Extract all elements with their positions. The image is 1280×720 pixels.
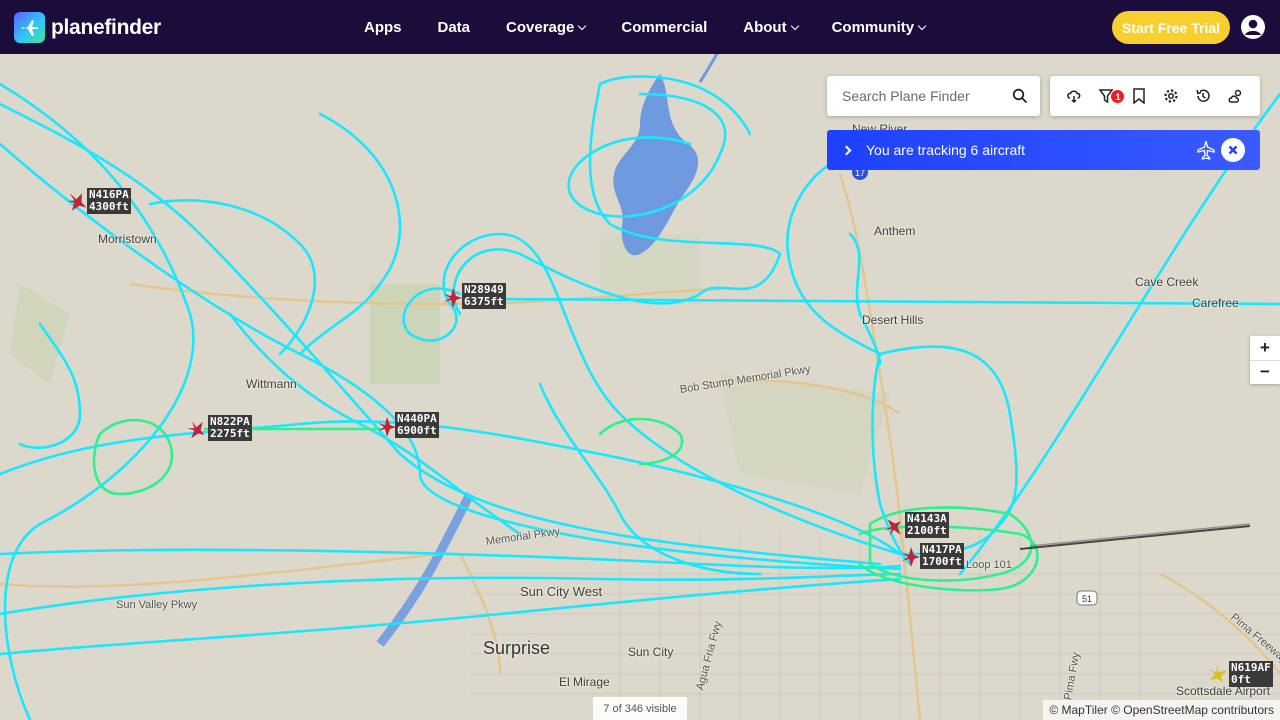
- place-label: Desert Hills: [862, 313, 924, 327]
- place-label: Morristown: [98, 232, 157, 246]
- top-navigation: planefinder Apps Data Coverage Commercia…: [0, 0, 1280, 54]
- zoom-out-button[interactable]: −: [1250, 361, 1280, 385]
- road-label: Sun Valley Pkwy: [116, 599, 198, 611]
- search-input[interactable]: [842, 88, 1012, 104]
- nav-about[interactable]: About: [743, 19, 799, 36]
- route-shield-51: 51: [1082, 594, 1092, 604]
- plane-outline-icon: [1197, 140, 1215, 160]
- aircraft-label[interactable]: N822PA 2275ft: [208, 415, 252, 441]
- chevron-down-icon: [578, 21, 587, 30]
- close-tracking-button[interactable]: [1221, 138, 1245, 162]
- nav-coverage[interactable]: Coverage: [506, 19, 587, 36]
- map-toolbar: 1: [1050, 76, 1260, 116]
- filter-icon[interactable]: 1: [1096, 86, 1125, 106]
- search-box: [827, 76, 1040, 116]
- map-attribution[interactable]: © MapTiler © OpenStreetMap contributors: [1043, 700, 1280, 720]
- tracking-banner[interactable]: You are tracking 6 aircraft: [827, 130, 1260, 170]
- aircraft-label[interactable]: N417PA 1700ft: [920, 543, 964, 569]
- place-label: Carefree: [1192, 296, 1239, 310]
- aircraft-label[interactable]: N28949 6375ft: [462, 283, 506, 309]
- nav-community[interactable]: Community: [832, 19, 927, 36]
- place-label: Surprise: [483, 638, 551, 658]
- weather-icon[interactable]: [1064, 86, 1084, 106]
- place-label: Wittmann: [246, 377, 297, 391]
- place-label: Cave Creek: [1135, 275, 1199, 289]
- close-icon: [1228, 145, 1238, 155]
- brand-logo[interactable]: planefinder: [14, 12, 161, 43]
- aircraft-label[interactable]: N619AF 0ft: [1229, 661, 1273, 687]
- chevron-down-icon: [917, 21, 927, 30]
- cloud-sun-icon[interactable]: [1226, 86, 1246, 106]
- history-icon[interactable]: [1193, 86, 1213, 106]
- settings-icon[interactable]: [1161, 86, 1181, 106]
- chevron-down-icon: [790, 21, 799, 30]
- filter-count-badge: 1: [1111, 90, 1125, 103]
- main-nav: Apps Data Coverage Commercial About Comm…: [364, 0, 927, 54]
- nav-data[interactable]: Data: [438, 19, 471, 36]
- map-canvas[interactable]: 17 51 New River Anthem Morristown Cave C…: [0, 54, 1280, 720]
- road-label: Loop 101: [966, 559, 1012, 571]
- place-label: Sun City West: [520, 584, 603, 599]
- place-label: El Mirage: [559, 675, 610, 689]
- nav-apps[interactable]: Apps: [364, 19, 402, 36]
- chevron-right-icon[interactable]: [841, 145, 852, 155]
- zoom-control: + −: [1250, 336, 1280, 384]
- search-icon[interactable]: [1012, 88, 1028, 104]
- aircraft-label[interactable]: N416PA 4300ft: [87, 188, 131, 214]
- aircraft-label[interactable]: N440PA 6900ft: [395, 412, 439, 438]
- place-label: Anthem: [874, 224, 916, 238]
- start-free-trial-button[interactable]: Start Free Trial: [1112, 11, 1230, 44]
- visible-aircraft-count: 7 of 346 visible: [593, 697, 687, 720]
- aircraft-label[interactable]: N4143A 2100ft: [905, 512, 949, 538]
- nav-commercial[interactable]: Commercial: [621, 19, 707, 36]
- tracking-text: You are tracking 6 aircraft: [866, 142, 1026, 158]
- zoom-in-button[interactable]: +: [1250, 336, 1280, 361]
- brand-name: planefinder: [51, 15, 161, 39]
- user-account-icon[interactable]: [1241, 15, 1265, 39]
- place-label: Sun City: [628, 645, 674, 659]
- plane-logo-icon: [14, 12, 45, 43]
- bookmark-icon[interactable]: [1129, 86, 1149, 106]
